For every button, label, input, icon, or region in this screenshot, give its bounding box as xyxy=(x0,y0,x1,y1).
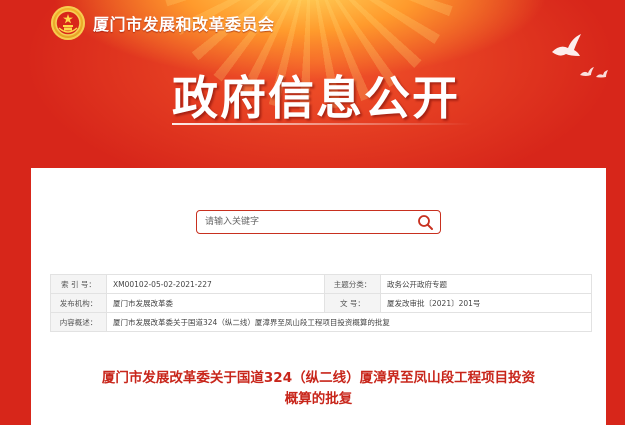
document-title-line2: 概算的批复 xyxy=(284,391,353,407)
topic-value: 政务公开政府专题 xyxy=(380,274,592,294)
topic-label: 主题分类： xyxy=(324,274,381,294)
doc-number-label: 文 号： xyxy=(324,293,381,313)
page-heading: 政府信息公开 xyxy=(172,71,460,125)
small-doves-icon xyxy=(580,67,608,78)
heading-underline xyxy=(172,123,472,125)
search-box[interactable] xyxy=(196,210,441,234)
table-row: 索 引 号： XM00102-05-02-2021-227 主题分类： 政务公开… xyxy=(50,274,592,294)
publisher-label: 发布机构： xyxy=(50,293,107,313)
site-name[interactable]: 厦门市发展和改革委员会 xyxy=(93,11,275,35)
national-emblem-icon xyxy=(51,6,85,40)
doc-number-value: 厦发改审批〔2021〕201号 xyxy=(380,293,592,313)
info-table: 索 引 号： XM00102-05-02-2021-227 主题分类： 政务公开… xyxy=(50,274,592,332)
publisher-value: 厦门市发展改革委 xyxy=(106,293,325,313)
document-title-line1: 厦门市发展改革委关于国道324（纵二线）厦漳界至凤山段工程项目投资 xyxy=(101,370,536,386)
document-title: 厦门市发展改革委关于国道324（纵二线）厦漳界至凤山段工程项目投资 概算的批复 xyxy=(31,368,606,410)
search-input[interactable] xyxy=(205,213,405,231)
table-row: 发布机构： 厦门市发展改革委 文 号： 厦发改审批〔2021〕201号 xyxy=(50,293,592,313)
summary-value: 厦门市发展改革委关于国道324（纵二线）厦漳界至凤山段工程项目投资概算的批复 xyxy=(106,312,592,332)
search-icon[interactable] xyxy=(417,214,434,231)
table-row: 内容概述： 厦门市发展改革委关于国道324（纵二线）厦漳界至凤山段工程项目投资概… xyxy=(50,312,592,332)
dove-icon xyxy=(552,34,581,56)
index-number-label: 索 引 号： xyxy=(50,274,107,294)
index-number-value: XM00102-05-02-2021-227 xyxy=(106,274,325,294)
summary-label: 内容概述： xyxy=(50,312,107,332)
